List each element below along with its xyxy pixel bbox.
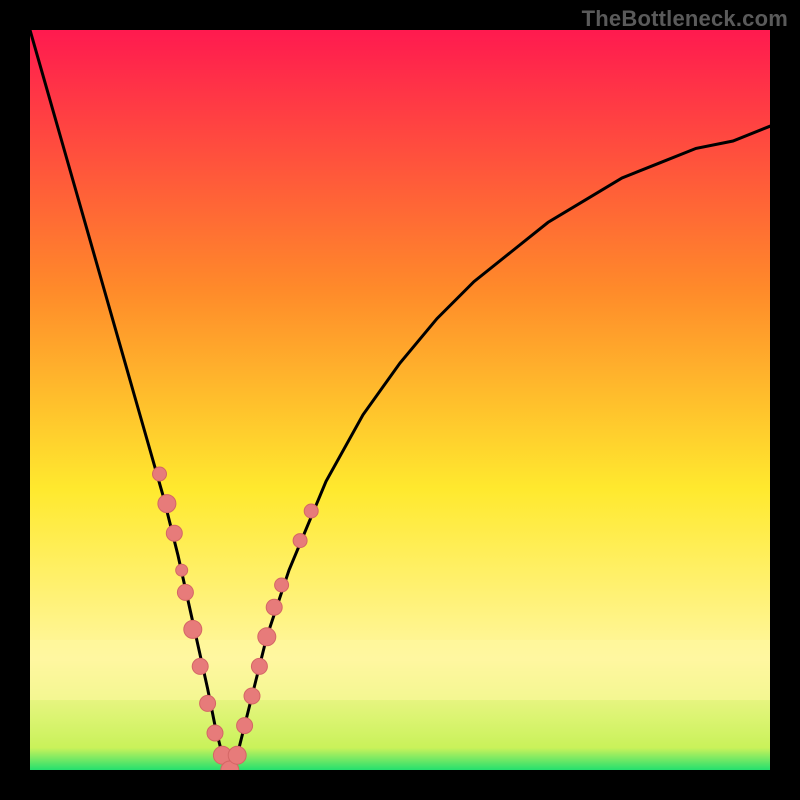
bottleneck-chart — [30, 30, 770, 770]
data-marker — [153, 467, 167, 481]
data-marker — [192, 658, 208, 674]
data-marker — [251, 658, 267, 674]
data-marker — [275, 578, 289, 592]
plot-area — [30, 30, 770, 770]
data-marker — [177, 584, 193, 600]
data-marker — [293, 534, 307, 548]
data-marker — [176, 564, 188, 576]
data-marker — [304, 504, 318, 518]
data-marker — [158, 495, 176, 513]
data-marker — [266, 599, 282, 615]
data-marker — [207, 725, 223, 741]
data-marker — [258, 628, 276, 646]
data-marker — [244, 688, 260, 704]
chart-frame: TheBottleneck.com — [0, 0, 800, 800]
data-marker — [237, 718, 253, 734]
watermark-text: TheBottleneck.com — [582, 6, 788, 32]
data-marker — [200, 695, 216, 711]
data-marker — [166, 525, 182, 541]
data-marker — [184, 620, 202, 638]
data-marker — [228, 746, 246, 764]
highlight-band — [30, 640, 770, 700]
